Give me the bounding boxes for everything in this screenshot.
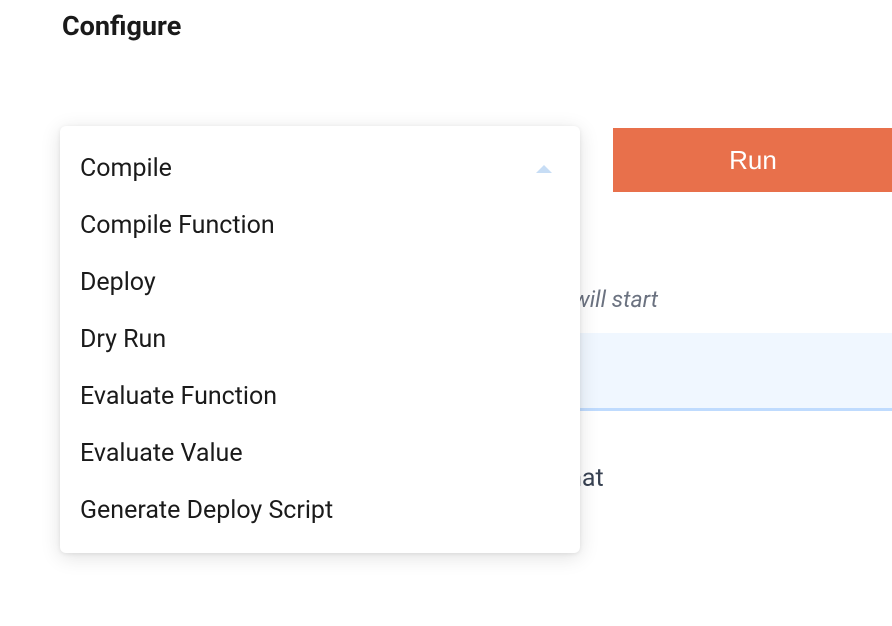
dropdown-option-evaluate-function[interactable]: Evaluate Function [60,368,580,425]
dropdown-option-label: Compile [80,154,172,183]
caret-up-icon [536,165,552,173]
dropdown-option-label: Deploy [80,268,156,297]
dropdown-option-dry-run[interactable]: Dry Run [60,311,580,368]
dropdown-option-compile-function[interactable]: Compile Function [60,197,580,254]
dropdown-option-evaluate-value[interactable]: Evaluate Value [60,425,580,482]
dropdown-option-compile[interactable]: Compile [60,140,580,197]
dropdown-option-generate-deploy-script[interactable]: Generate Deploy Script [60,482,580,539]
dropdown-option-label: Compile Function [80,211,275,240]
dropdown-option-label: Evaluate Value [80,439,243,468]
dropdown-option-label: Generate Deploy Script [80,496,333,525]
page-title: Configure [62,10,181,42]
run-button-label: Run [729,145,777,176]
dropdown-option-label: Evaluate Function [80,382,277,411]
path-input[interactable] [560,333,892,411]
dropdown-option-label: Dry Run [80,325,166,354]
run-button[interactable]: Run [613,128,892,192]
action-dropdown[interactable]: Compile Compile Function Deploy Dry Run … [60,126,580,553]
dropdown-option-deploy[interactable]: Deploy [60,254,580,311]
